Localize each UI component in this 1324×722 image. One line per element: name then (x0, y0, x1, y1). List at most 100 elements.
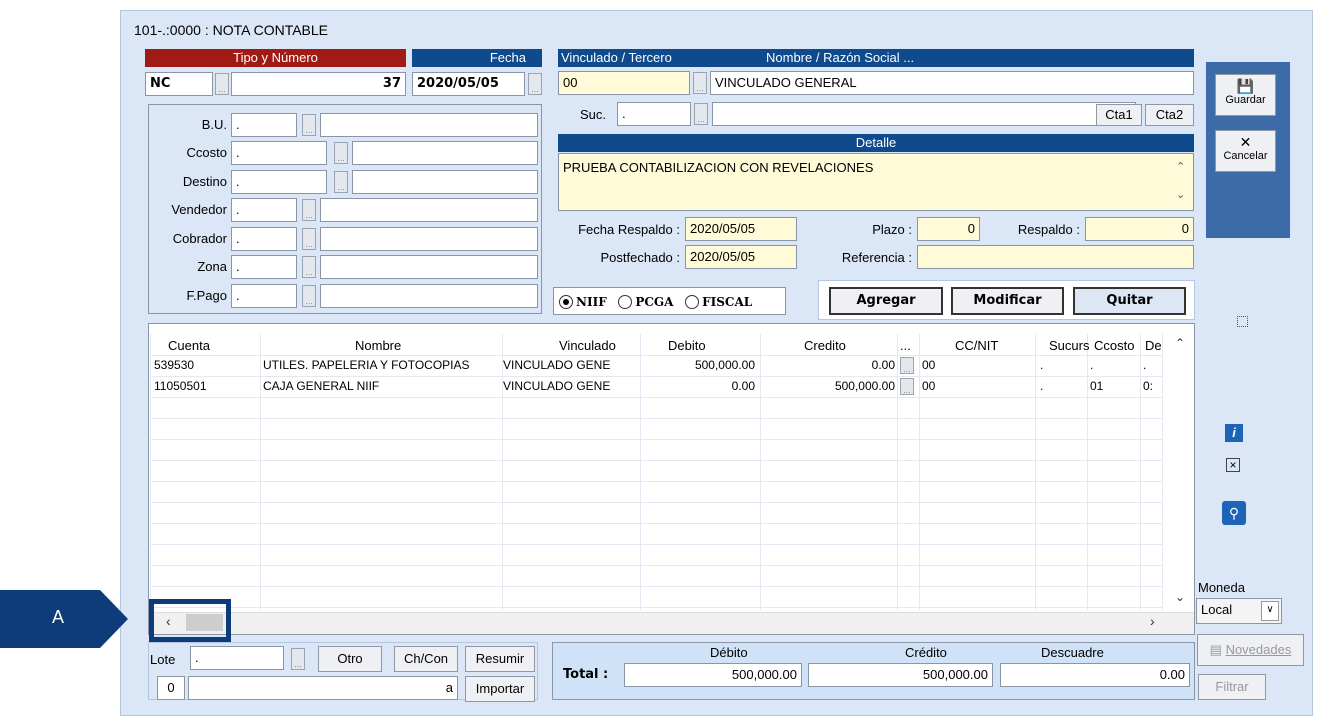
grid-row-line (150, 418, 1162, 419)
grid-column-header[interactable]: Cuenta (168, 338, 210, 353)
numero-field[interactable]: 37 (231, 72, 406, 96)
cta2-button[interactable]: Cta2 (1145, 104, 1194, 126)
save-icon: 💾 (1236, 78, 1255, 94)
moneda-select[interactable]: Local ∨ (1196, 598, 1282, 624)
cta1-button[interactable]: Cta1 (1096, 104, 1142, 126)
descuadre-total-field: 0.00 (1000, 663, 1190, 687)
suc-field[interactable]: . (617, 102, 691, 126)
vinculado-code-field[interactable]: 00 (558, 71, 690, 95)
left-field-value[interactable]: . (231, 170, 327, 194)
grid-column-header[interactable]: Debito (668, 338, 706, 353)
fecha-field[interactable]: 2020/05/05 (412, 72, 525, 96)
detalle-scroll-up-icon[interactable]: ⌃ (1176, 160, 1185, 173)
info-icon[interactable]: i (1225, 424, 1243, 442)
left-field-lookup-button[interactable]: ... (302, 228, 316, 250)
tipo-header: Tipo y Número (145, 49, 406, 67)
grid-cell-debito: 0.00 (731, 379, 755, 393)
pcga-radio[interactable] (618, 294, 633, 309)
left-field-value[interactable]: . (231, 255, 297, 279)
cancelar-button[interactable]: ✕ Cancelar (1215, 130, 1276, 172)
grid-row-lookup-button[interactable]: ... (900, 357, 914, 374)
grid-row-line (150, 397, 1162, 398)
grid-column-header[interactable]: Credito (804, 338, 846, 353)
vinculado-header: Vinculado / Tercero (561, 50, 672, 65)
left-field-lookup-button[interactable]: ... (334, 171, 348, 193)
moneda-value: Local (1201, 602, 1233, 617)
fiscal-radio[interactable] (685, 294, 700, 309)
grid-column-header[interactable]: Sucurs (1049, 338, 1089, 353)
left-field-description (320, 284, 538, 308)
niif-radio[interactable] (559, 294, 573, 309)
grid-column-header[interactable]: CC/NIT (955, 338, 998, 353)
checkbox-icon[interactable] (1237, 316, 1248, 327)
suc-lookup-button[interactable]: ... (694, 103, 708, 125)
novedades-button[interactable]: ▤ Novedades (1197, 634, 1304, 666)
left-field-value[interactable]: . (231, 141, 327, 165)
grid-column-header[interactable]: De (1145, 338, 1162, 353)
left-field-value[interactable]: . (231, 198, 297, 222)
nombre-field[interactable]: VINCULADO GENERAL (710, 71, 1194, 95)
a-field[interactable]: a (188, 676, 458, 700)
grid-row-lookup-button[interactable]: ... (900, 378, 914, 395)
scroll-right-icon[interactable]: › (1150, 613, 1155, 629)
grid-column-header[interactable]: Nombre (355, 338, 401, 353)
postfechado-field[interactable]: 2020/05/05 (685, 245, 797, 269)
grid-cell-credito: 0.00 (871, 358, 895, 372)
grid-scroll-up-icon[interactable]: ⌃ (1175, 336, 1185, 350)
left-field-lookup-button[interactable]: ... (302, 199, 316, 221)
detalle-scroll-down-icon[interactable]: ⌄ (1176, 188, 1185, 201)
respaldo-label: Respaldo : (1017, 222, 1080, 237)
grid-row-line (150, 544, 1162, 545)
lote-field[interactable]: . (190, 646, 284, 670)
left-field-value[interactable]: . (231, 284, 297, 308)
credito-total-header: Crédito (905, 645, 947, 660)
guardar-button[interactable]: 💾 Guardar (1215, 74, 1276, 116)
total-label: Total : (563, 667, 609, 682)
descuadre-total-header: Descuadre (1041, 645, 1104, 660)
chevron-down-icon: ∨ (1261, 601, 1279, 621)
left-field-label: Ccosto (186, 145, 227, 160)
left-field-lookup-button[interactable]: ... (302, 256, 316, 278)
suc-label: Suc. (580, 107, 607, 122)
grid-column-header[interactable]: Ccosto (1094, 338, 1134, 353)
left-field-lookup-button[interactable]: ... (334, 142, 348, 164)
lote-lookup-button[interactable]: ... (291, 648, 305, 670)
grid-column-header[interactable]: Vinculado (559, 338, 616, 353)
horizontal-scrollbar[interactable] (149, 612, 1194, 634)
search-icon[interactable]: ⚲ (1222, 501, 1246, 525)
left-field-value[interactable]: . (231, 113, 297, 137)
grid-cell-cuenta: 539530 (154, 358, 195, 372)
left-field-lookup-button[interactable]: ... (302, 285, 316, 307)
tipo-lookup-button[interactable]: ... (215, 73, 229, 95)
respaldo-field[interactable]: 0 (1085, 217, 1194, 241)
grid-column-header[interactable]: ... (900, 338, 911, 353)
checked-box-icon[interactable]: × (1226, 458, 1240, 472)
vinculado-lookup-button[interactable]: ... (693, 72, 707, 94)
norma-radio-group: NIIF PCGA FISCAL (553, 287, 786, 315)
tipo-code-field[interactable]: NC (145, 72, 213, 96)
chcon-button[interactable]: Ch/Con (394, 646, 458, 672)
referencia-field[interactable] (917, 245, 1194, 269)
plazo-field[interactable]: 0 (917, 217, 980, 241)
importar-button[interactable]: Importar (465, 676, 535, 702)
agregar-button[interactable]: Agregar (829, 287, 943, 315)
quitar-button[interactable]: Quitar (1073, 287, 1186, 315)
resumir-button[interactable]: Resumir (465, 646, 535, 672)
detalle-textarea[interactable]: PRUEBA CONTABILIZACION CON REVELACIONES (558, 153, 1194, 211)
fecha-respaldo-field[interactable]: 2020/05/05 (685, 217, 797, 241)
filtrar-button[interactable]: Filtrar (1198, 674, 1266, 700)
modificar-button[interactable]: Modificar (951, 287, 1064, 315)
fecha-header: Fecha (412, 49, 542, 67)
left-field-description (320, 227, 538, 251)
fiscal-label: FISCAL (702, 294, 753, 309)
fecha-picker-button[interactable]: ... (528, 73, 542, 95)
grid-cell-ccosto: . (1090, 358, 1094, 372)
left-field-lookup-button[interactable]: ... (302, 114, 316, 136)
grid-cell-sucurs: . (1040, 379, 1044, 393)
num-field[interactable]: 0 (157, 676, 185, 700)
grid-row-line (150, 439, 1162, 440)
plazo-label: Plazo : (872, 222, 912, 237)
otro-button[interactable]: Otro (318, 646, 382, 672)
left-field-value[interactable]: . (231, 227, 297, 251)
grid-scroll-down-icon[interactable]: ⌄ (1175, 590, 1185, 604)
